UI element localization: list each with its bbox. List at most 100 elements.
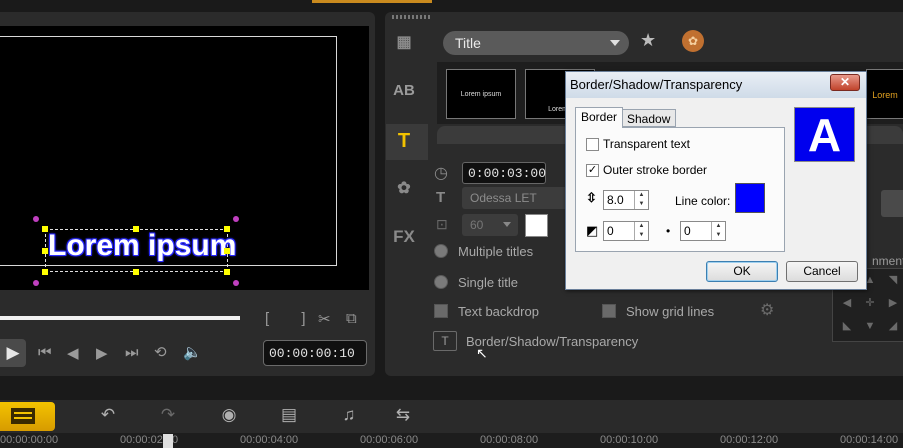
spinner-arrows-icon[interactable]: ▲ ▼ <box>711 222 725 240</box>
undo-icon[interactable]: ↶ <box>95 405 121 429</box>
outer-stroke-checkbox[interactable]: ✓ <box>586 164 599 177</box>
fx-icon[interactable]: FX <box>390 227 418 251</box>
previous-frame-icon[interactable]: ◀ <box>67 344 79 362</box>
multiple-titles-label: Multiple titles <box>458 244 534 259</box>
align-bottom-left-icon[interactable]: ◣ <box>840 320 854 332</box>
playhead-marker[interactable] <box>163 434 173 448</box>
duration-field[interactable]: 0:00:03:00 <box>462 162 546 184</box>
text-backdrop-checkbox[interactable] <box>434 304 448 318</box>
mark-in-out-brackets[interactable]: [ ] <box>265 310 320 327</box>
end-icon[interactable]: ⏭ <box>125 344 139 361</box>
resize-handle[interactable] <box>42 269 48 275</box>
border-shadow-transparency-label[interactable]: Border/Shadow/Transparency <box>466 334 638 349</box>
single-title-radio[interactable] <box>434 275 448 289</box>
resize-handle[interactable] <box>42 226 48 232</box>
get-more-content-icon[interactable]: ✿ <box>682 30 704 52</box>
chevron-down-icon <box>503 222 511 227</box>
title-text-overlay[interactable]: Lorem ipsum <box>48 229 236 263</box>
chevron-down-icon[interactable] <box>881 190 903 217</box>
border-shadow-transparency-dialog: Border/Shadow/Transparency ✕ Border Shad… <box>565 71 867 290</box>
show-grid-lines-checkbox[interactable] <box>602 304 616 318</box>
scissors-icon[interactable]: ✂ <box>318 310 331 328</box>
title-t-icon[interactable]: T <box>390 130 418 154</box>
graphic-icon[interactable]: ✿ <box>390 178 418 202</box>
resize-handle[interactable] <box>224 269 230 275</box>
soft-edge-spinner[interactable]: 0 ▲ ▼ <box>680 221 726 241</box>
spinner-arrows-icon[interactable]: ▲ ▼ <box>634 191 648 209</box>
corner-icon: ◩ <box>586 223 599 238</box>
font-icon: T <box>436 189 446 206</box>
resize-handle[interactable] <box>224 248 230 254</box>
chevron-down-icon <box>610 40 620 46</box>
align-left-icon[interactable]: ◀ <box>840 297 854 309</box>
ruler-tick-label: 00:00:04:00 <box>240 434 299 446</box>
align-bottom-icon[interactable]: ▼ <box>863 320 877 332</box>
mouse-cursor-icon: ↖ <box>476 345 488 361</box>
redo-icon[interactable]: ↷ <box>155 405 181 429</box>
clock-icon: ◷ <box>434 165 448 182</box>
border-width-icon: ⇳ <box>586 190 597 205</box>
cancel-button[interactable]: Cancel <box>786 261 858 282</box>
multiple-titles-radio[interactable] <box>434 244 448 258</box>
tab-border[interactable]: Border <box>575 107 624 128</box>
category-value: Title <box>455 35 481 51</box>
align-top-right-icon[interactable]: ◥ <box>886 274 900 286</box>
ruler-tick-label: 00:00:06:00 <box>360 434 419 446</box>
category-dropdown[interactable]: Title <box>443 31 629 55</box>
timecode-field[interactable]: 00:00:00:10 <box>263 340 367 366</box>
rotate-handle[interactable] <box>233 216 239 222</box>
soft-edge-value: 0 <box>684 224 691 238</box>
resize-handle[interactable] <box>42 248 48 254</box>
border-shadow-icon[interactable]: T <box>433 331 457 351</box>
volume-icon[interactable]: 🔈 <box>183 343 202 361</box>
motion-tracking-icon[interactable]: ⇆ <box>390 405 416 429</box>
sound-mixer-icon[interactable]: ▤ <box>276 405 302 429</box>
repeat-icon[interactable]: ⟲ <box>154 343 167 361</box>
font-color-swatch[interactable] <box>525 214 548 237</box>
close-button[interactable]: ✕ <box>830 74 860 91</box>
spinner-arrows-icon[interactable]: ▲ ▼ <box>634 222 648 240</box>
ab-icon[interactable]: AB <box>390 82 418 106</box>
auto-music-icon[interactable]: ♫ <box>336 405 362 429</box>
scrub-bar[interactable] <box>0 316 240 320</box>
title-thumbnail[interactable]: Lorem <box>866 69 903 119</box>
timeline-view-button[interactable] <box>0 402 55 431</box>
ruler-tick-label: 00:00:10:00 <box>600 434 659 446</box>
tab-shadow[interactable]: Shadow <box>621 109 677 127</box>
home-icon[interactable]: ⏮ <box>38 344 52 361</box>
video-icon[interactable]: ▦ <box>390 32 418 56</box>
rotate-handle[interactable] <box>33 280 39 286</box>
corner-spinner[interactable]: 0 ▲ ▼ <box>603 221 649 241</box>
border-width-spinner[interactable]: 8.0 ▲ ▼ <box>603 190 649 210</box>
single-title-label: Single title <box>458 275 518 290</box>
add-to-favorites-icon[interactable]: ★ <box>640 30 656 51</box>
font-size-icon: ⊡ <box>436 216 448 232</box>
corner-value: 0 <box>607 224 614 238</box>
alignment-label: nment <box>872 254 903 268</box>
ruler-tick-label: 00:00:14:00 <box>840 434 899 446</box>
enlarge-icon[interactable]: ⧉ <box>346 310 357 327</box>
ruler-tick-label: 00:00:00:00 <box>0 434 59 446</box>
align-bottom-right-icon[interactable]: ◢ <box>886 320 900 332</box>
ok-button[interactable]: OK <box>706 261 778 282</box>
record-capture-icon[interactable]: ◉ <box>216 405 242 429</box>
rotate-handle[interactable] <box>33 216 39 222</box>
resize-handle[interactable] <box>133 269 139 275</box>
play-button[interactable]: ▶ <box>0 339 26 367</box>
font-dropdown[interactable]: Odessa LET <box>462 187 572 209</box>
rotate-handle[interactable] <box>233 280 239 286</box>
next-frame-icon[interactable]: ▶ <box>96 344 108 362</box>
resize-handle[interactable] <box>224 226 230 232</box>
align-center-icon[interactable]: ✛ <box>863 297 877 309</box>
resize-handle[interactable] <box>133 226 139 232</box>
border-tab-panel: Transparent text ✓ Outer stroke border ⇳… <box>575 127 785 252</box>
align-right-icon[interactable]: ▶ <box>886 297 900 309</box>
text-backdrop-label: Text backdrop <box>458 304 539 319</box>
line-color-swatch[interactable] <box>735 183 765 213</box>
dialog-title: Border/Shadow/Transparency <box>570 77 743 92</box>
panel-grip[interactable] <box>392 15 432 19</box>
transparent-text-checkbox[interactable] <box>586 138 599 151</box>
grid-settings-icon[interactable]: ⚙ <box>760 300 774 320</box>
title-thumbnail[interactable]: Lorem ipsum <box>446 69 516 119</box>
outer-stroke-label: Outer stroke border <box>603 163 708 177</box>
